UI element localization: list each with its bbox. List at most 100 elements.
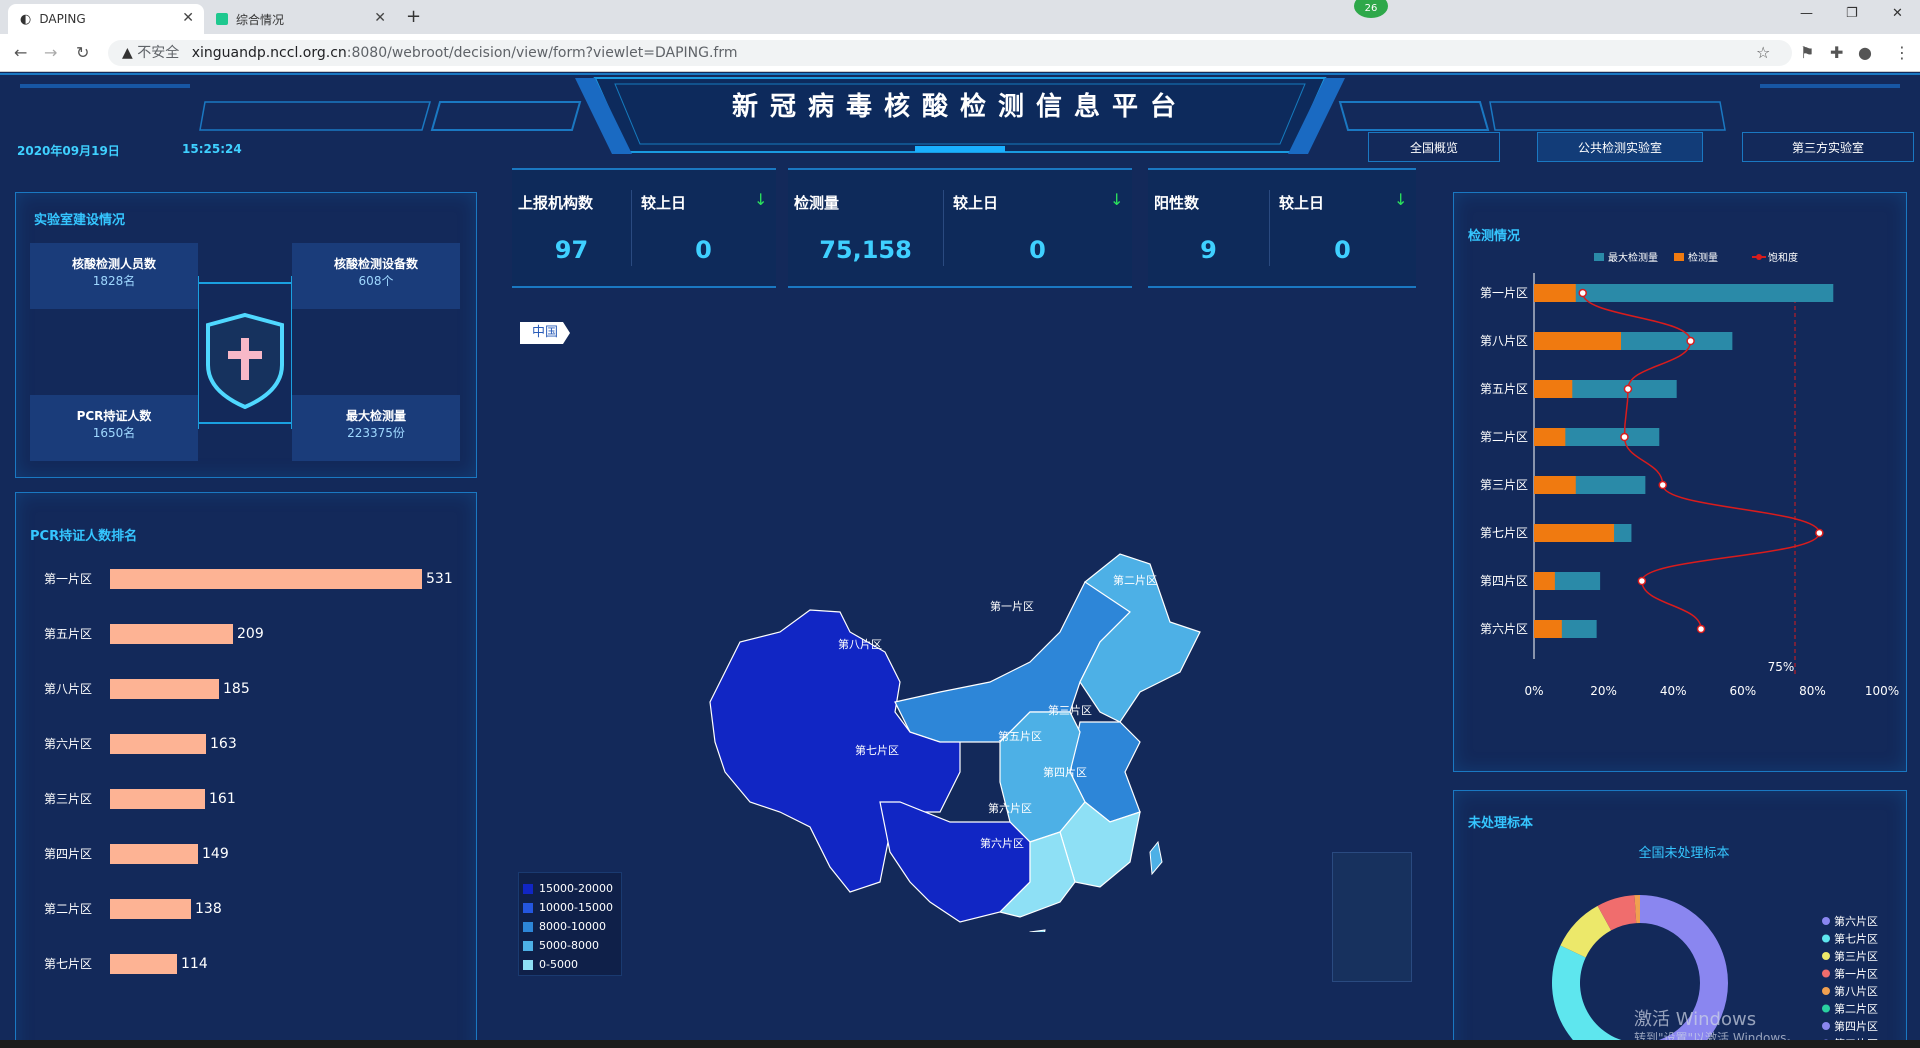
close-icon[interactable]: ✕ — [374, 10, 386, 26]
nav-overview-button[interactable]: 全国概览 — [1368, 132, 1500, 162]
map-hainan[interactable] — [1029, 929, 1046, 932]
pcr-rank-row[interactable]: 第七片区 114 — [16, 954, 456, 974]
pcr-rank-bar — [110, 899, 191, 919]
stat-compare-value: 0 — [1334, 236, 1351, 264]
pie-legend-dot — [1822, 969, 1830, 978]
pcr-rank-row[interactable]: 第五片区 209 — [16, 624, 456, 644]
stat-compare-label: 较上日 — [1279, 194, 1325, 212]
pie-legend-label[interactable]: 第六片区 — [1834, 914, 1878, 928]
map-legend-item[interactable]: 5000-8000 — [523, 936, 617, 955]
pcr-rank-row[interactable]: 第三片区 161 — [16, 789, 456, 809]
warning-icon: ▲ — [122, 45, 133, 61]
detect-legend-label: 最大检测量 — [1608, 251, 1658, 264]
china-map[interactable] — [700, 482, 1220, 932]
pcr-rank-bar — [110, 624, 233, 644]
detect-legend-label: 饱和度 — [1768, 251, 1798, 264]
reload-icon[interactable]: ↻ — [76, 43, 89, 62]
puzzle-icon[interactable]: ✚ — [1830, 43, 1843, 62]
minimize-icon[interactable]: — — [1800, 6, 1813, 21]
pie-legend-label[interactable]: 第七片区 — [1834, 932, 1878, 946]
detect-category-label: 第三片区 — [1480, 478, 1528, 492]
stat-label: 检测量 — [794, 194, 840, 212]
pcr-rank-label: 第四片区 — [44, 847, 93, 861]
tab-zonghe[interactable]: 综合情况 ✕ — [204, 4, 396, 34]
tab-daping[interactable]: ◐ DAPING ✕ — [8, 4, 204, 34]
pie-slice[interactable] — [1551, 945, 1640, 1040]
map-region-label: 第五片区 — [998, 730, 1042, 743]
map-legend-item[interactable]: 15000-20000 — [523, 879, 617, 898]
pie-legend-label[interactable]: 第二片区 — [1834, 1002, 1878, 1016]
map-tag[interactable]: 中国 — [520, 322, 570, 344]
account-icon[interactable]: ● — [1858, 43, 1872, 62]
detect-markline-label: 75% — [1768, 660, 1795, 674]
lab-max-label: 最大检测量 — [345, 409, 406, 423]
detect-x-tick: 0% — [1524, 684, 1543, 698]
notification-badge: 26 — [1354, 0, 1388, 18]
watermark-line2: 转到"设置"以激活 Windows。 — [1634, 1031, 1799, 1040]
close-icon[interactable]: ✕ — [182, 10, 194, 26]
pcr-rank-row[interactable]: 第一片区 531 — [16, 569, 456, 589]
lab-device-label: 核酸检测设备数 — [333, 257, 418, 271]
tab-title: DAPING — [39, 12, 86, 26]
pcr-rank-label: 第五片区 — [44, 627, 93, 641]
page-icon — [216, 13, 228, 25]
detect-bar-count — [1534, 524, 1615, 542]
detect-legend-swatch — [1674, 253, 1684, 261]
detect-bar-count — [1534, 620, 1562, 638]
map-legend-item[interactable]: 10000-15000 — [523, 898, 617, 917]
restore-icon[interactable]: ❐ — [1846, 6, 1858, 21]
pie-legend-label[interactable]: 第四片区 — [1834, 1019, 1878, 1033]
pcr-rank-value: 161 — [209, 791, 236, 807]
pie-legend-dot — [1822, 1022, 1830, 1030]
detect-bar-count — [1534, 284, 1576, 302]
pie-legend-label[interactable]: 第一片区 — [1834, 967, 1878, 981]
dashboard: 新冠病毒核酸检测信息平台 2020年09月19日 15:25:24 全国概览 公… — [0, 72, 1920, 1040]
forward-icon[interactable]: → — [44, 43, 57, 62]
pcr-rank-row[interactable]: 第二片区 138 — [16, 899, 456, 919]
pcr-rank-row[interactable]: 第四片区 149 — [16, 844, 456, 864]
pie-legend-label[interactable]: 第三片区 — [1834, 949, 1878, 963]
url-field[interactable]: ▲ 不安全 xinguandp.nccl.org.cn:8080/webroot… — [108, 40, 1792, 66]
map-legend-item[interactable]: 8000-10000 — [523, 917, 617, 936]
map-region-label: 第二片区 — [1113, 574, 1157, 587]
detect-category-label: 第八片区 — [1480, 334, 1528, 348]
lab-panel: 实验室建设情况 核酸检测人员数 1828名 核酸检测设备数 608个 PCR持证… — [15, 192, 477, 478]
map-region-label: 第四片区 — [1043, 766, 1087, 779]
detect-category-label: 第四片区 — [1480, 574, 1528, 588]
pcr-rank-label: 第一片区 — [44, 572, 93, 586]
detect-category-label: 第五片区 — [1480, 382, 1528, 396]
nav-third-party-button[interactable]: 第三方实验室 — [1742, 132, 1914, 162]
menu-icon[interactable]: ⋮ — [1894, 43, 1910, 62]
back-icon[interactable]: ← — [14, 43, 27, 62]
globe-icon: ◐ — [20, 11, 32, 27]
pie-legend-dot — [1822, 917, 1830, 925]
window-close-icon[interactable]: ✕ — [1892, 6, 1903, 21]
lab-staff-label: 核酸检测人员数 — [71, 257, 156, 271]
star-icon[interactable]: ☆ — [1756, 43, 1770, 62]
detect-x-tick: 20% — [1590, 684, 1617, 698]
new-tab-button[interactable]: + — [406, 6, 421, 27]
url-path: :8080/webroot/decision/view/form?viewlet… — [346, 45, 738, 61]
stat-value: 97 — [554, 236, 589, 264]
south-sea-inset — [1332, 852, 1412, 982]
lab-pcr-value: 1650名 — [92, 426, 136, 440]
date-label: 2020年09月19日 — [17, 144, 120, 158]
legend-label: 0-5000 — [539, 958, 578, 971]
map-legend-item[interactable]: 0-5000 — [523, 955, 617, 974]
detect-bar-count — [1534, 476, 1576, 494]
extension-icon[interactable]: ⚑ — [1800, 43, 1814, 62]
pcr-rank-value: 149 — [202, 846, 229, 862]
map-taiwan[interactable] — [1149, 840, 1163, 876]
lab-pcr-box: PCR持证人数 1650名 — [30, 395, 198, 461]
pcr-rank-label: 第七片区 — [44, 957, 93, 971]
pcr-rank-row[interactable]: 第六片区 163 — [16, 734, 456, 754]
pie-legend-label[interactable]: 第八片区 — [1834, 984, 1878, 998]
detect-saturation-point — [1686, 336, 1695, 346]
lab-device-box: 核酸检测设备数 608个 — [292, 243, 460, 309]
nav-public-lab-button[interactable]: 公共检测实验室 — [1537, 132, 1703, 162]
detect-legend-dot — [1756, 254, 1762, 260]
pcr-rank-row[interactable]: 第八片区 185 — [16, 679, 456, 699]
detect-category-label: 第二片区 — [1480, 430, 1528, 444]
detect-saturation-point — [1623, 384, 1633, 394]
stat-value: 9 — [1200, 236, 1217, 264]
